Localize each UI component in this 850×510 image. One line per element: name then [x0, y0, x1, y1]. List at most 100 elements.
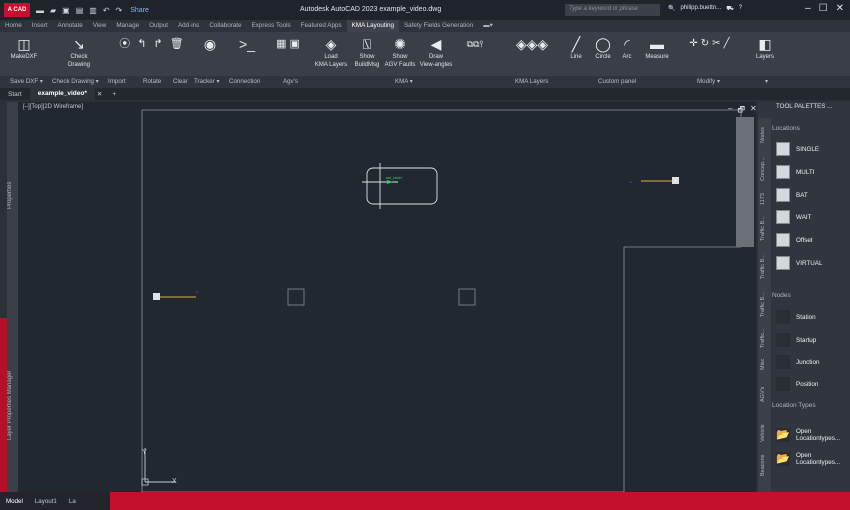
tracker-dropdown[interactable]: Tracker ▾	[194, 76, 220, 87]
palette-item-offset[interactable]: Offset	[776, 233, 813, 247]
clear-button[interactable]: Clear	[173, 76, 188, 87]
connection-label[interactable]: Connection	[229, 76, 260, 87]
square-marker-2[interactable]	[458, 288, 476, 306]
draw-view-angles-button[interactable]: ◀ Draw View-angles	[416, 35, 456, 69]
kma-dropdown[interactable]: KMA ▾	[395, 76, 413, 87]
cart-icon[interactable]: ⛟	[726, 5, 734, 13]
tab-start[interactable]: Start	[0, 91, 30, 98]
palette-item-multi[interactable]: MULTI	[776, 165, 814, 179]
palette-item-junction[interactable]: Junction	[776, 355, 819, 369]
palette-tab-vehicle[interactable]: Vehicle	[760, 420, 769, 446]
connection-button[interactable]: >_	[232, 35, 262, 53]
tab-home[interactable]: Home	[0, 20, 27, 32]
measure-button[interactable]: ▬ Measure	[640, 35, 674, 61]
selected-node-box[interactable]	[366, 167, 438, 205]
tab-kma-layouting[interactable]: KMA Layouting	[346, 20, 399, 32]
palette-tab-traffic-1[interactable]: Traffic B...	[760, 212, 769, 246]
redo-icon[interactable]: ↷	[116, 6, 123, 15]
minimize-button[interactable]: –	[805, 3, 811, 14]
close-button[interactable]: ✕	[836, 3, 844, 14]
palette-item-position[interactable]: Position	[776, 377, 818, 391]
node-right-marker[interactable]	[672, 177, 679, 184]
viewport-restore[interactable]: 🗗	[737, 104, 745, 118]
tab-view[interactable]: View	[88, 20, 112, 32]
tab-featured-apps[interactable]: Featured Apps	[296, 20, 347, 32]
open-icon[interactable]: ▰	[50, 6, 56, 15]
palette-tab-misc[interactable]: Misc	[760, 354, 769, 374]
viewport-close[interactable]: ✕	[750, 104, 757, 118]
tab-output[interactable]: Output	[144, 20, 173, 32]
tab-insert[interactable]: Insert	[27, 20, 53, 32]
viewport-scrollbar[interactable]	[736, 117, 754, 247]
plot-icon[interactable]: ▥	[89, 6, 97, 15]
tool-palette-header[interactable]: TOOL PALETTES ...	[771, 103, 850, 115]
agvs-buttons[interactable]: ▦ ▣	[268, 35, 308, 53]
show-agv-faults-button[interactable]: ✺ Show AGV Faults	[382, 35, 418, 69]
makedxf-button[interactable]: ◫ MakeDXF	[10, 35, 38, 61]
line-button[interactable]: ╱ Line	[566, 35, 586, 61]
palette-tab-traffic-4[interactable]: Traffic...	[760, 325, 769, 351]
check-drawing-button[interactable]: ↘ Check Drawing	[63, 35, 95, 69]
tab-example-video[interactable]: example_video*	[29, 88, 95, 100]
check-drawing-dropdown[interactable]: Check Drawing ▾	[52, 76, 99, 87]
viewport-label[interactable]: [–][Top][2D Wireframe]	[23, 104, 83, 110]
palette-tab-traffic-2[interactable]: Traffic B...	[760, 250, 769, 284]
arc-button[interactable]: ◜ Arc	[617, 35, 637, 61]
palette-tab-concept[interactable]: Concep...	[760, 152, 769, 186]
tab-manage[interactable]: Manage	[111, 20, 144, 32]
autocad-logo[interactable]: A CAD	[4, 3, 30, 17]
palette-item-open-locationtypes-1[interactable]: 📂 Open Locationtypes...	[776, 428, 840, 442]
tab-extra[interactable]: ▬▾	[478, 20, 497, 32]
palette-tab-traffic-3[interactable]: Traffic B...	[760, 288, 769, 322]
kma-layers-buttons[interactable]: ◈◈◈	[500, 35, 564, 53]
save-icon[interactable]: ▣	[62, 6, 70, 15]
user-name[interactable]: philipp.buettn...	[680, 5, 721, 13]
layers-dropdown[interactable]: ▾	[765, 76, 768, 87]
tab-express-tools[interactable]: Express Tools	[247, 20, 296, 32]
tab-layout1[interactable]: Layout1	[29, 498, 63, 505]
search-icon[interactable]: 🔍	[668, 5, 675, 13]
tab-annotate[interactable]: Annotate	[53, 20, 88, 32]
drawing-viewport[interactable]: sel_label • • Y X	[18, 102, 756, 493]
layers-button[interactable]: ◧ Layers	[752, 35, 778, 61]
properties-panel-tab[interactable]: Properties	[7, 160, 18, 230]
palette-tab-1173[interactable]: 1173	[760, 190, 769, 208]
palette-item-wait[interactable]: WAIT	[776, 210, 812, 224]
layer-properties-tab[interactable]: Layer Properties Manager	[7, 330, 18, 480]
palette-tab-beacons[interactable]: Beacons	[760, 450, 769, 480]
palette-tab-nodes[interactable]: Nodes	[760, 122, 769, 148]
viewport-minimize[interactable]: –	[728, 104, 732, 118]
tracker-button[interactable]: ◉	[195, 35, 225, 53]
save-dxf-dropdown[interactable]: Save DXF ▾	[10, 76, 43, 87]
circle-button[interactable]: ◯ Circle	[590, 35, 616, 61]
kma-small-tools[interactable]: ⧉⧉⫯	[455, 35, 495, 53]
palette-item-startup[interactable]: Startup	[776, 333, 816, 347]
help-icon[interactable]: ?	[739, 5, 742, 13]
undo-icon[interactable]: ↶	[103, 6, 110, 15]
tab-layout2[interactable]: La	[63, 498, 82, 505]
saveas-icon[interactable]: ▤	[76, 6, 84, 15]
palette-item-station[interactable]: Station	[776, 310, 816, 324]
import-button[interactable]: Import	[108, 76, 126, 87]
rotate-button[interactable]: Rotate	[143, 76, 161, 87]
tab-safety-fields[interactable]: Safety Fields Generation	[399, 20, 478, 32]
maximize-button[interactable]: ☐	[819, 3, 828, 14]
square-marker-1[interactable]	[287, 288, 305, 306]
new-icon[interactable]: ▬	[36, 6, 44, 15]
show-buildmsg-button[interactable]: ⍂ Show BuildMsg	[350, 35, 384, 69]
tab-model[interactable]: Model	[0, 498, 29, 505]
load-kma-layers-button[interactable]: ◈ Load KMA Layers	[312, 35, 350, 69]
share-button[interactable]: Share	[130, 7, 149, 14]
search-input[interactable]: Type a keyword or phrase	[565, 4, 660, 16]
node-left-marker[interactable]	[153, 293, 160, 300]
new-tab-button[interactable]: +	[104, 91, 124, 98]
palette-item-single[interactable]: SINGLE	[776, 142, 819, 156]
palette-item-bat[interactable]: BAT	[776, 188, 808, 202]
user-menu[interactable]: 🔍 philipp.buettn... ⛟ ?	[668, 5, 742, 13]
palette-tab-agvs[interactable]: AGV's	[760, 381, 769, 407]
modify-dropdown[interactable]: Modify ▾	[697, 76, 720, 87]
palette-item-virtual[interactable]: VIRTUAL	[776, 256, 822, 270]
modify-tools[interactable]: ✛↻✂╱	[676, 35, 746, 53]
palette-item-open-locationtypes-2[interactable]: 📂 Open Locationtypes...	[776, 452, 840, 466]
drawing-canvas[interactable]: sel_label • • Y X	[18, 102, 756, 493]
